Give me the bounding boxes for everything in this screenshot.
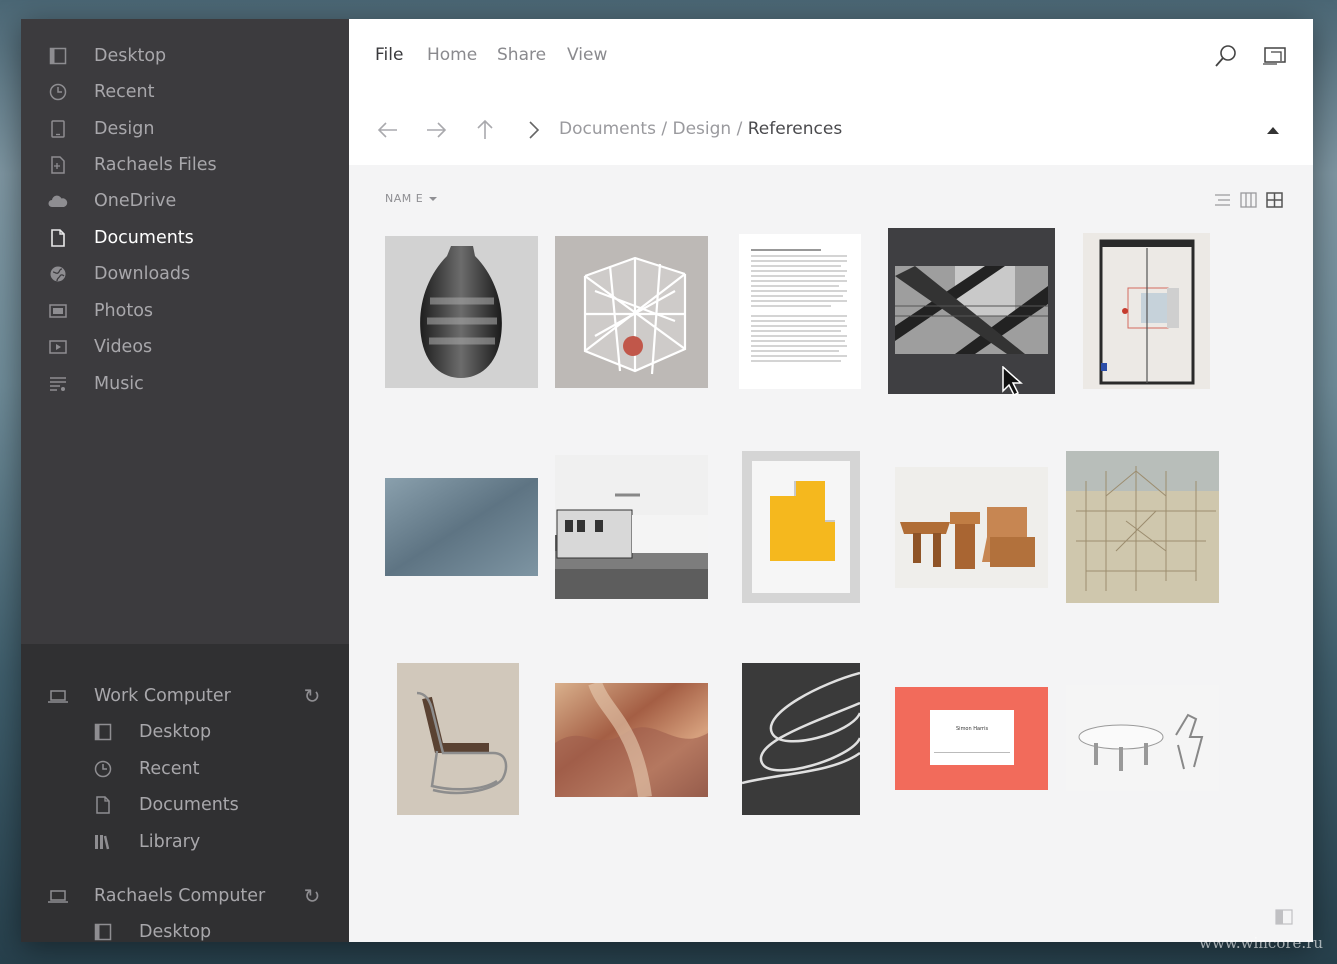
desktop-icon [48, 46, 68, 66]
business-card: Simon Harris [930, 710, 1014, 765]
refresh-icon[interactable]: ↻ [302, 686, 322, 706]
computer-name: Rachaels Computer [94, 886, 266, 906]
computers-section: Work Computer ↻ Desktop Recent Documents… [21, 644, 349, 942]
sidebar-item-label: OneDrive [94, 191, 177, 211]
menu-home[interactable]: Home [427, 45, 477, 65]
thumbnail-blue-texture[interactable] [385, 478, 538, 576]
refresh-icon[interactable]: ↻ [302, 886, 322, 906]
sidebar-item-label: Recent [94, 82, 155, 102]
thumbnail-text-document[interactable] [739, 234, 861, 389]
breadcrumb-separator: / [736, 119, 743, 139]
file-explorer-window: Desktop Recent Design Rachaels Files One… [21, 19, 1313, 942]
breadcrumb-design[interactable]: Design [672, 119, 731, 139]
breadcrumb-separator: / [661, 119, 668, 139]
breadcrumb-documents[interactable]: Documents [559, 119, 656, 139]
mouse-cursor [1002, 365, 1024, 400]
thumbnail-trailer[interactable] [555, 455, 708, 599]
grid-view-icon[interactable] [1266, 192, 1284, 208]
video-icon [48, 337, 68, 357]
computer-name: Work Computer [94, 686, 231, 706]
sidebar-item-label: Desktop [139, 722, 212, 742]
forward-arrow-icon[interactable] [424, 118, 448, 142]
cloud-icon [48, 191, 68, 211]
sidebar-item-label: Videos [94, 337, 153, 357]
thumbnail-white-furniture[interactable] [1066, 685, 1219, 791]
sidebar-item-label: Music [94, 374, 144, 394]
up-arrow-icon[interactable] [473, 118, 497, 142]
thumbnail-light-spiral[interactable] [742, 663, 860, 815]
main-content: File Home Share View Documents / Design … [349, 19, 1313, 942]
document-icon [93, 795, 113, 815]
desktop-icon [93, 922, 113, 942]
laptop-icon [48, 886, 68, 906]
sidebar-item-label: Downloads [94, 264, 191, 284]
columns-view-icon[interactable] [1240, 192, 1258, 208]
thumbnail-abstract-map[interactable] [1066, 451, 1219, 603]
list-view-icon[interactable] [1212, 192, 1230, 208]
breadcrumb-references: References [747, 119, 843, 139]
library-icon [93, 832, 113, 852]
chevron-right-icon[interactable] [522, 118, 546, 142]
laptop-icon [48, 686, 68, 706]
details-pane-icon[interactable] [1275, 909, 1293, 925]
thumbnail-cantilever-chair[interactable] [397, 663, 519, 815]
globe-icon [48, 264, 68, 284]
toolbar: File Home Share View Documents / Design … [349, 19, 1313, 165]
thumbnail-business-card[interactable]: Simon Harris [895, 687, 1048, 790]
tablet-icon [48, 119, 68, 139]
sidebar-item-label: Recent [139, 759, 200, 779]
thumbnail-glass-door[interactable] [1083, 233, 1210, 389]
back-arrow-icon[interactable] [376, 118, 400, 142]
sidebar-item-label: Desktop [94, 46, 167, 66]
clock-icon [93, 759, 113, 779]
thumbnail-vase[interactable] [385, 236, 538, 388]
clock-icon [48, 82, 68, 102]
sidebar-item-label: Documents [94, 228, 194, 248]
business-card-name: Simon Harris [956, 726, 989, 732]
desktop-icon [93, 722, 113, 742]
sidebar-item-label: Photos [94, 301, 154, 321]
document-icon [48, 228, 68, 248]
thumbnail-wooden-furniture[interactable] [895, 467, 1048, 588]
sidebar-item-label: Documents [139, 795, 239, 815]
search-icon[interactable] [1213, 43, 1239, 69]
thumbnail-yellow-relief[interactable] [742, 451, 860, 603]
sidebar-item-label: Design [94, 119, 155, 139]
sidebar-item-label: Desktop [139, 922, 212, 942]
thumbnail-watercolor-canyon[interactable] [555, 683, 708, 797]
caret-down-icon [429, 197, 438, 201]
menu-view[interactable]: View [567, 45, 607, 65]
music-icon [48, 374, 68, 394]
sort-label: NAM E [385, 192, 424, 205]
collapse-caret-icon[interactable] [1267, 127, 1279, 134]
menu-share[interactable]: Share [497, 45, 546, 65]
sidebar-item-label: Rachaels Files [94, 155, 217, 175]
photos-icon [48, 301, 68, 321]
sidebar-item-label: Library [139, 832, 201, 852]
thumbnail-wire-cube[interactable] [555, 236, 708, 388]
menu-file[interactable]: File [375, 45, 403, 65]
shared-file-icon [48, 155, 68, 175]
sort-by-name[interactable]: NAM E [385, 192, 438, 205]
breadcrumb: Documents / Design / References [559, 119, 842, 139]
thumbnail-architecture[interactable] [895, 266, 1048, 354]
business-card-details [934, 752, 1010, 756]
sidebar: Desktop Recent Design Rachaels Files One… [21, 19, 349, 942]
devices-icon[interactable] [1262, 43, 1288, 69]
watermark: www.wincore.ru [1199, 934, 1323, 952]
